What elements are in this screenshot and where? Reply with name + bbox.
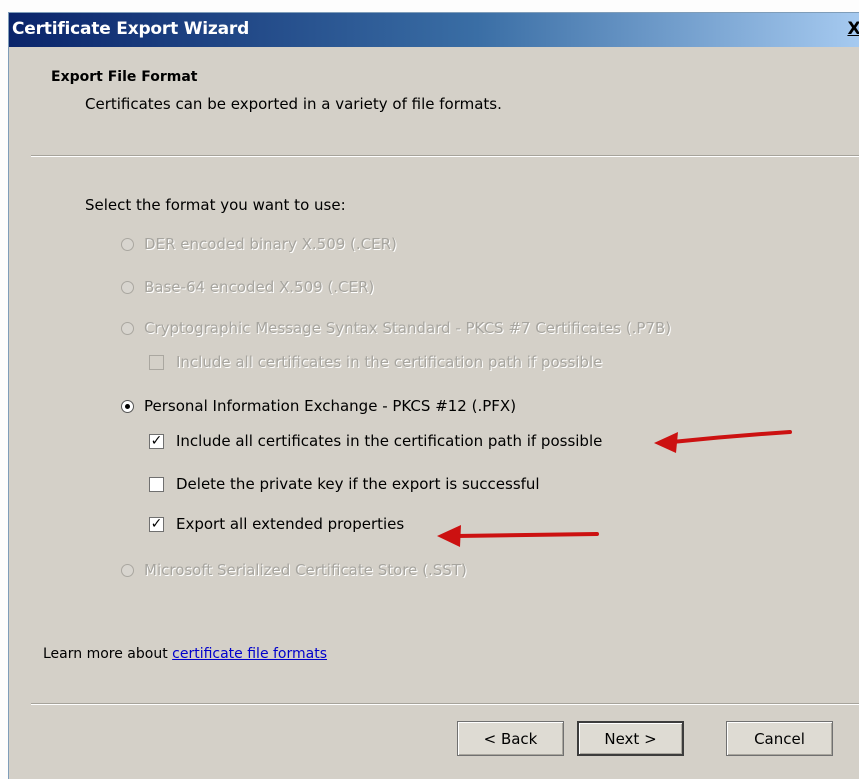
radio-base64[interactable]: Base-64 encoded X.509 (.CER) <box>121 278 374 296</box>
cancel-button[interactable]: Cancel <box>726 721 833 756</box>
radio-der[interactable]: DER encoded binary X.509 (.CER) <box>121 235 397 253</box>
radio-button[interactable] <box>121 399 134 413</box>
checkbox-label: Include all certificates in the certific… <box>176 353 603 371</box>
radio-pkcs7[interactable]: Cryptographic Message Syntax Standard - … <box>121 319 671 337</box>
wizard-header: Export File Format Certificates can be e… <box>9 47 859 155</box>
radio-button[interactable] <box>121 280 134 294</box>
radio-label: Microsoft Serialized Certificate Store (… <box>144 561 467 579</box>
radio-label: Personal Information Exchange - PKCS #12… <box>144 397 517 415</box>
checkbox-export-extended-properties[interactable]: ✓ Export all extended properties <box>149 515 404 533</box>
checkbox-label: Include all certificates in the certific… <box>176 432 603 450</box>
checkbox-pkcs7-include-path[interactable]: Include all certificates in the certific… <box>149 353 602 371</box>
radio-label: Cryptographic Message Syntax Standard - … <box>144 319 672 337</box>
header-divider <box>31 155 859 157</box>
checkbox-label: Export all extended properties <box>176 515 405 533</box>
wizard-window: Certificate Export Wizard X Export File … <box>8 12 859 779</box>
next-button[interactable]: Next > <box>577 721 684 756</box>
format-prompt: Select the format you want to use: <box>85 196 346 214</box>
back-button[interactable]: < Back <box>457 721 564 756</box>
certificate-formats-link[interactable]: certificate file formats <box>172 646 327 662</box>
radio-sst[interactable]: Microsoft Serialized Certificate Store (… <box>121 561 467 579</box>
radio-pfx[interactable]: Personal Information Exchange - PKCS #12… <box>121 397 516 415</box>
radio-label: DER encoded binary X.509 (.CER) <box>144 235 397 253</box>
checkbox-label: Delete the private key if the export is … <box>176 475 540 493</box>
radio-button[interactable] <box>121 237 134 251</box>
checkbox[interactable] <box>149 354 164 370</box>
window-title: Certificate Export Wizard <box>12 19 250 39</box>
footer-divider <box>31 703 859 705</box>
checkbox-pfx-include-path[interactable]: ✓ Include all certificates in the certif… <box>149 432 602 450</box>
checkbox[interactable]: ✓ <box>149 433 164 449</box>
title-bar: Certificate Export Wizard X <box>9 13 859 47</box>
learn-more: Learn more about certificate file format… <box>43 646 327 662</box>
radio-button[interactable] <box>121 321 134 335</box>
page-title: Export File Format <box>51 69 198 85</box>
radio-label: Base-64 encoded X.509 (.CER) <box>144 278 375 296</box>
checkbox-delete-private-key[interactable]: Delete the private key if the export is … <box>149 475 540 493</box>
close-icon[interactable]: X <box>844 19 859 41</box>
radio-button[interactable] <box>121 563 134 577</box>
checkbox[interactable] <box>149 476 164 492</box>
page-subtitle: Certificates can be exported in a variet… <box>85 95 502 113</box>
checkbox[interactable]: ✓ <box>149 516 164 532</box>
learn-more-text: Learn more about <box>43 646 173 662</box>
